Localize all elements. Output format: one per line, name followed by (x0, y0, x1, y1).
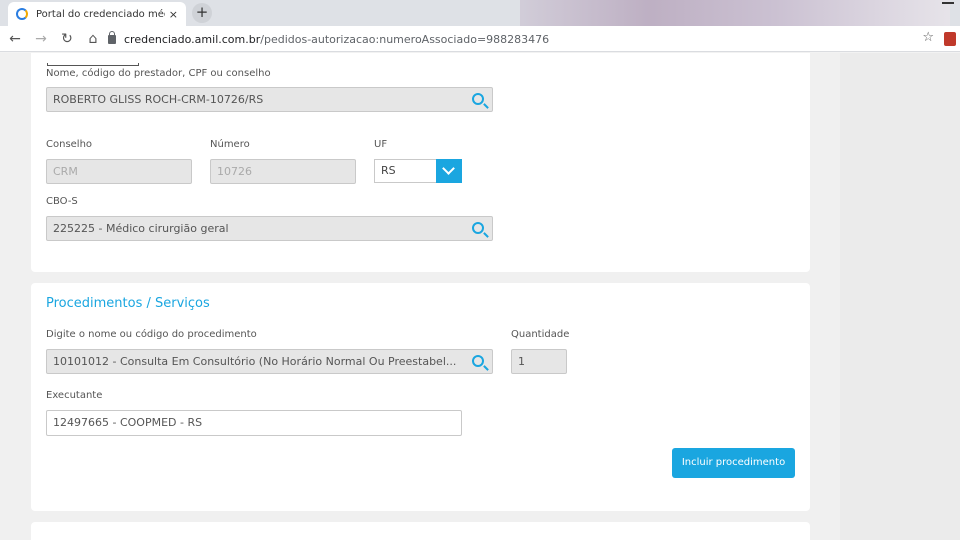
uf-selected-value: RS (381, 164, 396, 177)
tab-underline-fragment (47, 63, 139, 66)
page-content: Nome, código do prestador, CPF ou consel… (0, 53, 960, 540)
lock-icon (108, 30, 116, 44)
quantidade-input[interactable]: 1 (511, 349, 567, 374)
observacao-card (31, 522, 810, 540)
numero-field: 10726 (210, 159, 356, 184)
executante-input[interactable]: 12497665 - COOPMED - RS (46, 410, 462, 436)
url-path: /pedidos-autorizacao:numeroAssociado=988… (260, 32, 550, 46)
search-icon[interactable] (472, 93, 484, 105)
uf-select[interactable]: RS (374, 159, 462, 183)
cbo-label: CBO-S (46, 196, 78, 207)
conselho-field: CRM (46, 159, 192, 184)
procedimento-value: 10101012 - Consulta Em Consultório (No H… (53, 355, 457, 368)
tab-bar-background (520, 0, 950, 26)
search-icon[interactable] (472, 355, 484, 367)
cbo-value: 225225 - Médico cirurgião geral (53, 222, 229, 235)
reload-icon[interactable]: ↻ (56, 28, 78, 50)
pdf-extension-icon[interactable] (944, 32, 956, 46)
tab-close-icon[interactable]: × (169, 8, 178, 21)
quantidade-label: Quantidade (511, 329, 570, 340)
prestador-search-input[interactable]: ROBERTO GLISS ROCH-CRM-10726/RS (46, 87, 493, 112)
procedimento-search-input[interactable]: 10101012 - Consulta Em Consultório (No H… (46, 349, 493, 374)
address-bar[interactable]: credenciado.amil.com.br /pedidos-autoriz… (108, 29, 934, 49)
prestador-value: ROBERTO GLISS ROCH-CRM-10726/RS (53, 93, 264, 106)
browser-tab[interactable]: Portal do credenciado médico × (8, 2, 186, 26)
prestador-label: Nome, código do prestador, CPF ou consel… (46, 68, 271, 79)
chevron-down-icon[interactable] (436, 159, 462, 183)
new-tab-button[interactable]: + (192, 3, 212, 23)
back-arrow-icon[interactable]: ← (4, 28, 26, 50)
uf-label: UF (374, 139, 388, 150)
bookmark-star-icon[interactable]: ☆ (922, 30, 934, 45)
procedimento-label: Digite o nome ou código do procedimento (46, 329, 257, 340)
right-gutter (840, 53, 960, 540)
browser-tab-bar: Portal do credenciado médico × + (0, 0, 960, 26)
forward-arrow-icon[interactable]: → (30, 28, 52, 50)
window-minimize-button[interactable] (942, 2, 954, 4)
url-host: credenciado.amil.com.br (124, 32, 261, 46)
search-icon[interactable] (472, 222, 484, 234)
cbo-search-input[interactable]: 225225 - Médico cirurgião geral (46, 216, 493, 241)
executante-label: Executante (46, 390, 103, 401)
home-icon[interactable]: ⌂ (82, 28, 104, 50)
numero-label: Número (210, 139, 250, 150)
tab-title: Portal do credenciado médico (36, 8, 165, 20)
incluir-procedimento-button[interactable]: Incluir procedimento (672, 448, 795, 478)
procedimentos-section-title: Procedimentos / Serviços (46, 296, 210, 311)
conselho-label: Conselho (46, 139, 93, 150)
site-favicon-icon (16, 8, 28, 20)
browser-toolbar: ← → ↻ ⌂ credenciado.amil.com.br /pedidos… (0, 26, 960, 52)
